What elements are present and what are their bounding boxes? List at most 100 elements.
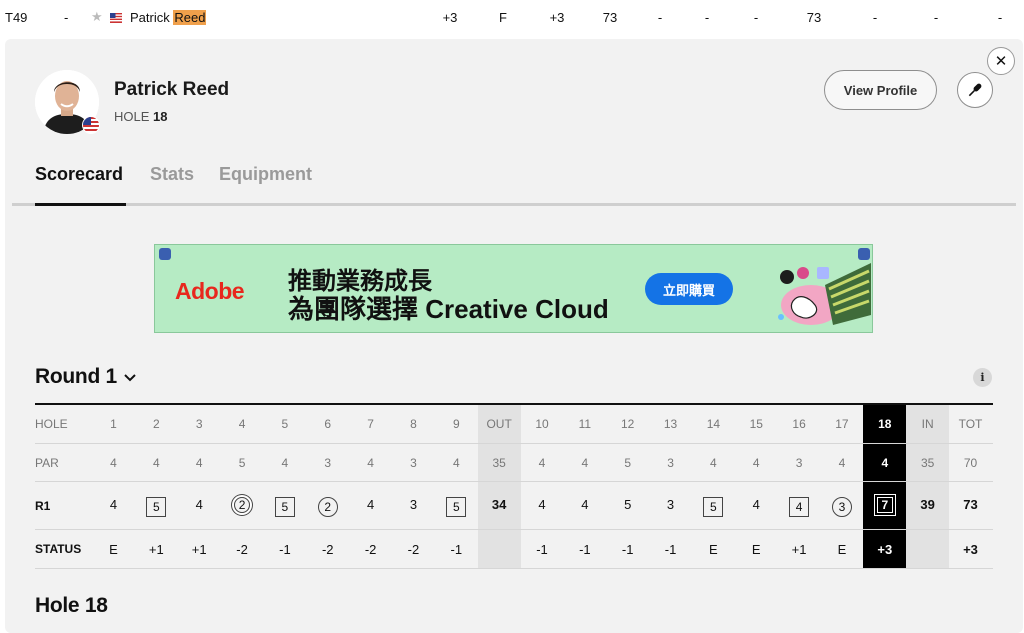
hole-number-cell: 1 — [110, 417, 117, 431]
double-box-score-marker: 7 — [876, 497, 893, 513]
score-cell: 73 — [963, 497, 978, 512]
par-cell: 3 — [667, 456, 674, 470]
favorite-star-icon[interactable]: ★ — [91, 10, 103, 24]
score-cell: 4 — [195, 497, 203, 512]
score-cell: 39 — [920, 497, 935, 512]
view-profile-button[interactable]: View Profile — [824, 70, 937, 110]
leaderboard-player-name[interactable]: Patrick Reed — [130, 10, 207, 25]
leaderboard-r3: - — [704, 10, 710, 25]
tab-divider — [12, 203, 1016, 206]
status-cell: E — [709, 542, 718, 557]
current-hole-label: HOLE 18 — [114, 109, 168, 124]
row-label-r1: R1 — [35, 499, 51, 513]
close-icon: ✕ — [994, 53, 1008, 70]
leaderboard-today: +3 — [549, 10, 565, 25]
leaderboard-position: T49 — [5, 10, 28, 25]
box-score-marker: 5 — [146, 497, 167, 517]
leaderboard-extra: - — [933, 10, 939, 25]
hole-number-cell: OUT — [486, 417, 512, 431]
status-cell: -2 — [236, 542, 248, 557]
scorecard-row-r1: R1 4 5 4 2 5 2 4 3 5 34 4 4 5 3 5 4 4 3 7 39 73 — [35, 482, 993, 530]
hole-number: 18 — [153, 109, 168, 124]
advertisement-banner[interactable]: Adobe 推動業務成長 為團隊選擇 Creative Cloud 立即購買 — [154, 244, 873, 333]
hole-number-cell: 9 — [452, 417, 460, 431]
leaderboard-r2: - — [657, 10, 663, 25]
circle-score-marker: 3 — [831, 497, 852, 517]
par-cell: 4 — [110, 456, 117, 470]
status-cell: -1 — [664, 542, 677, 557]
status-cell: +1 — [148, 542, 164, 557]
active-tab-indicator — [35, 203, 126, 206]
leaderboard-r1: 73 — [602, 10, 618, 25]
tab-stats[interactable]: Stats — [150, 164, 194, 185]
par-cell: 4 — [710, 456, 717, 470]
tab-scorecard[interactable]: Scorecard — [35, 164, 123, 185]
score-cell: 3 — [666, 497, 675, 512]
score-cell: 34 — [491, 497, 507, 512]
scorecard-row-hole: HOLE 1 2 3 4 5 6 7 8 9 OUT 10 11 12 13 14 15 16 17 18 IN TOT — [35, 405, 993, 444]
ad-illustration-icon — [778, 263, 871, 325]
info-button[interactable]: i — [973, 368, 992, 387]
ad-choices-icon[interactable] — [159, 248, 171, 260]
hole-number-cell: 11 — [578, 417, 592, 431]
hole-number-cell: 15 — [749, 417, 763, 431]
score-cell: 2 — [306, 497, 349, 517]
hole-number-cell: 14 — [706, 417, 721, 431]
box-score-marker: 5 — [274, 497, 295, 517]
ad-cta-button[interactable]: 立即購買 — [645, 273, 733, 305]
score-cell: 5 — [135, 497, 178, 517]
score-cell: 4 — [752, 497, 760, 512]
par-cell: 4 — [881, 456, 889, 470]
par-cell: 4 — [838, 456, 846, 470]
par-cell: 4 — [752, 456, 760, 470]
par-cell: 4 — [538, 456, 546, 470]
status-cell: -1 — [621, 542, 634, 557]
row-label-status: STATUS — [35, 542, 82, 556]
hole-number-cell: 8 — [410, 417, 417, 431]
score-cell: 5 — [263, 497, 306, 517]
hole-number-cell: TOT — [958, 417, 983, 431]
score-cell: 4 — [538, 497, 546, 512]
par-cell: 4 — [153, 456, 160, 470]
scorecard-row-par: PAR 4 4 4 5 4 3 4 3 4 35 4 4 5 3 4 4 3 4 4 35 70 — [35, 444, 993, 482]
hole-number-cell: IN — [921, 417, 934, 431]
chevron-down-icon[interactable] — [123, 372, 137, 384]
player-last-name: Reed — [173, 10, 207, 25]
score-cell: 5 — [692, 497, 735, 517]
leaderboard-r4: - — [753, 10, 759, 25]
leaderboard-row[interactable]: T49 - ★ Patrick Reed +3 F +3 73 - - - 73… — [0, 0, 1024, 36]
microphone-icon — [968, 83, 982, 97]
tab-equipment[interactable]: Equipment — [219, 164, 312, 185]
microphone-button[interactable] — [957, 72, 993, 108]
hole-number-cell: 6 — [324, 417, 332, 431]
hole-number-cell: 16 — [792, 417, 806, 431]
box-score-marker: 5 — [703, 497, 724, 517]
status-cell: +3 — [877, 542, 893, 557]
status-cell: -2 — [364, 542, 377, 557]
par-cell: 5 — [238, 456, 246, 470]
par-cell: 4 — [367, 456, 374, 470]
ad-headline-line2: 為團隊選擇 Creative Cloud — [288, 294, 609, 324]
hole-number-cell: 10 — [535, 417, 549, 431]
ad-brand-logo: Adobe — [175, 278, 245, 304]
leaderboard-extra: - — [872, 10, 878, 25]
box-score-marker: 5 — [446, 497, 467, 517]
score-cell: 4 — [366, 497, 375, 512]
score-cell: 3 — [820, 497, 863, 517]
par-cell: 35 — [920, 456, 935, 470]
status-cell: -1 — [279, 542, 291, 557]
par-cell: 4 — [581, 456, 589, 470]
hole-section-title: Hole 18 — [35, 594, 108, 617]
hole-prefix: HOLE — [114, 109, 150, 124]
score-cell: 5 — [435, 497, 478, 517]
score-cell: 3 — [409, 497, 418, 512]
circle-score-marker: 2 — [317, 497, 338, 517]
round-selector[interactable]: Round 1 — [35, 365, 117, 389]
par-cell: 3 — [324, 456, 332, 470]
status-cell: -2 — [407, 542, 420, 557]
close-panel-button[interactable]: ✕ — [987, 47, 1015, 75]
status-cell: -2 — [321, 542, 334, 557]
hole-number-cell: 12 — [621, 417, 635, 431]
leaderboard-total: 73 — [806, 10, 822, 25]
double-circle-score-marker: 2 — [234, 497, 251, 513]
